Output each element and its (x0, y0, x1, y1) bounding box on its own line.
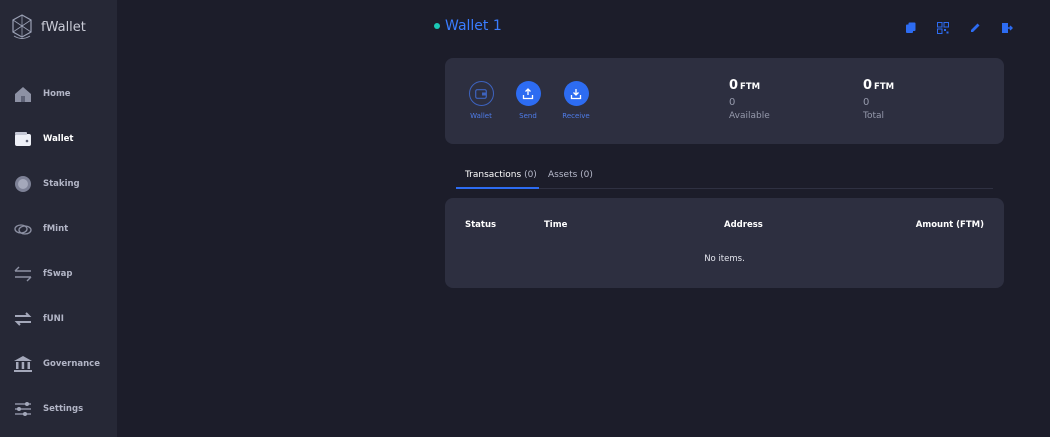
sidebar-item-label: fUNI (43, 314, 64, 324)
column-header-address[interactable]: Address (724, 220, 763, 230)
edit-icon (969, 19, 981, 38)
column-header-status[interactable]: Status (465, 220, 496, 230)
action-label: Send (519, 112, 537, 120)
app-logo[interactable]: fWallet (10, 12, 86, 42)
sidebar-item-label: fMint (43, 224, 69, 234)
sidebar-item-staking[interactable]: Staking (12, 171, 112, 197)
header-actions (895, 19, 1023, 37)
action-label: Receive (562, 112, 590, 120)
sidebar-item-funi[interactable]: fUNI (12, 306, 112, 332)
copy-address-button[interactable] (895, 19, 927, 37)
sidebar-item-label: Home (43, 89, 71, 99)
wallet-name: Wallet 1 (445, 18, 502, 34)
send-icon (515, 81, 541, 106)
sidebar-item-label: Staking (43, 179, 80, 189)
column-header-time[interactable]: Time (544, 220, 567, 230)
qr-code-icon (937, 19, 949, 38)
available-fiat: 0 (729, 97, 736, 108)
wallet-icon (468, 81, 494, 106)
total-fiat: 0 (863, 97, 870, 108)
available-amount: 0 FTM (729, 78, 761, 93)
sidebar-item-fmint[interactable]: fMint (12, 216, 112, 242)
sidebar-item-label: Wallet (43, 134, 74, 144)
available-balance: 0 FTM 0 Available (729, 78, 770, 121)
tab-bar: Transactions (0) Assets (0) (456, 166, 993, 189)
available-label: Available (729, 111, 770, 121)
wallet-icon (12, 128, 34, 150)
sidebar-item-label: Governance (43, 359, 100, 369)
transactions-table: Status Time Address Amount (FTM) No item… (445, 198, 1004, 288)
fmint-icon (12, 218, 34, 240)
copy-icon (905, 19, 917, 38)
tab-transactions[interactable]: Transactions (0) (456, 166, 539, 189)
settings-icon (12, 398, 34, 420)
funi-icon (12, 308, 34, 330)
fantom-logo-icon (12, 14, 32, 39)
receive-icon (563, 81, 589, 106)
staking-icon (12, 173, 34, 195)
tab-assets[interactable]: Assets (0) (548, 166, 593, 189)
logout-button[interactable] (991, 19, 1023, 37)
balance-card: Wallet Send Receive 0 FTM 0 Available 0 FT… (445, 58, 1004, 144)
sidebar-item-wallet[interactable]: Wallet (12, 126, 112, 152)
sidebar-item-governance[interactable]: Governance (12, 351, 112, 377)
app-name: fWallet (41, 19, 86, 35)
governance-icon (12, 353, 34, 375)
sidebar-item-label: Settings (43, 404, 84, 414)
sidebar-item-label: fSwap (43, 269, 73, 279)
sidebar-item-fswap[interactable]: fSwap (12, 261, 112, 287)
sidebar-item-home[interactable]: Home (12, 81, 112, 107)
column-header-amount[interactable]: Amount (FTM) (916, 220, 984, 230)
edit-wallet-button[interactable] (959, 19, 991, 37)
send-button[interactable]: Send (504, 81, 552, 120)
total-amount: 0 FTM (863, 78, 895, 93)
fswap-icon (12, 263, 34, 285)
home-icon (12, 83, 34, 105)
sidebar-item-settings[interactable]: Settings (12, 396, 112, 422)
logout-icon (1001, 19, 1013, 38)
wallet-title: Wallet 1 (434, 18, 502, 34)
qr-code-button[interactable] (927, 19, 959, 37)
action-label: Wallet (470, 112, 492, 120)
empty-state-text: No items. (704, 254, 745, 264)
wallet-status-dot (434, 23, 440, 29)
total-label: Total (863, 111, 885, 121)
receive-button[interactable]: Receive (552, 81, 600, 120)
total-balance: 0 FTM 0 Total (863, 78, 894, 121)
sidebar: fWallet Home Wallet Staking fMint fSwap (0, 0, 117, 437)
wallet-action-button[interactable]: Wallet (457, 81, 505, 120)
